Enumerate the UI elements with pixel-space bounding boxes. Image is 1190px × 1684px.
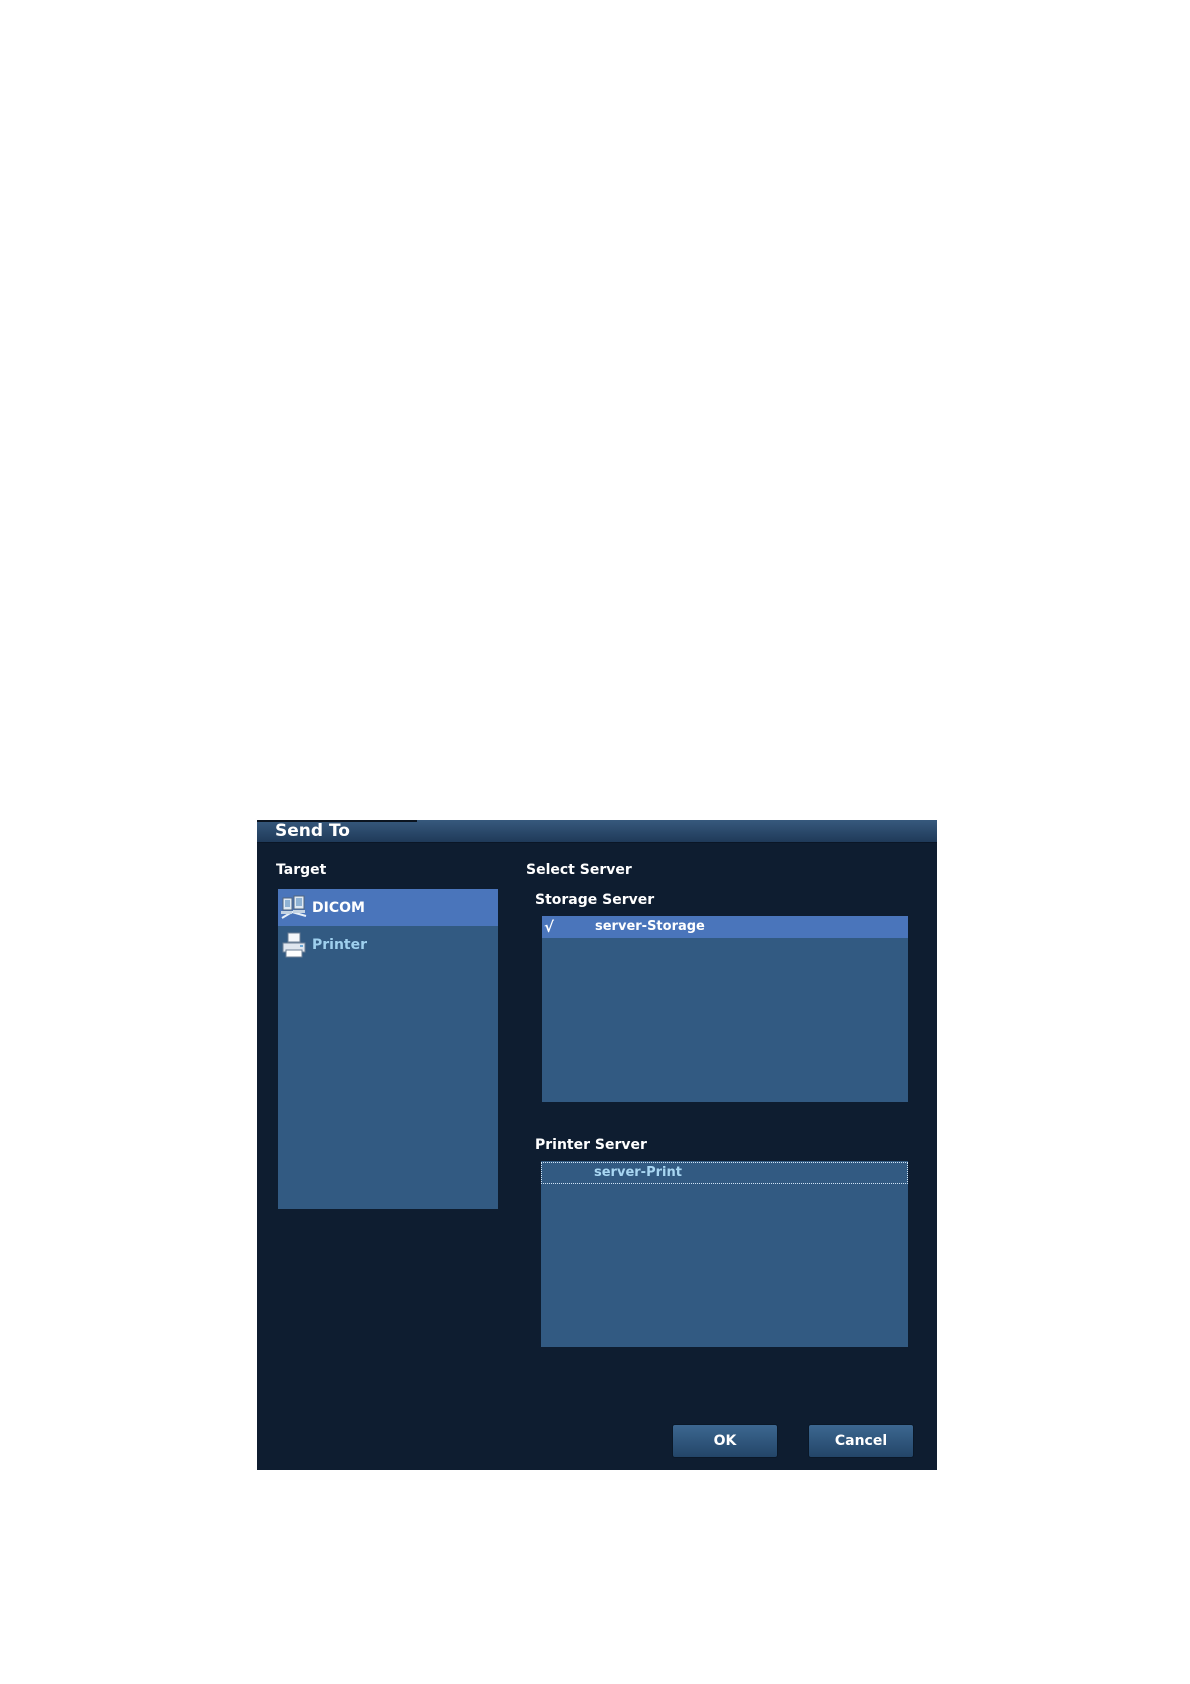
cancel-button[interactable]: Cancel <box>808 1424 914 1458</box>
dicom-network-icon <box>280 894 308 922</box>
target-item-label: DICOM <box>312 899 365 916</box>
storage-server-list[interactable]: √ server-Storage <box>542 916 908 1102</box>
target-item-label: Printer <box>312 936 368 953</box>
send-to-dialog: Send To Target DICOM Printer Select Serv… <box>257 820 937 1470</box>
server-name: server-Print <box>594 1165 682 1180</box>
select-server-label: Select Server <box>526 862 632 878</box>
server-name: server-Storage <box>595 919 705 934</box>
ok-button[interactable]: OK <box>672 1424 778 1458</box>
dialog-titlebar[interactable]: Send To <box>257 820 937 843</box>
storage-server-label: Storage Server <box>535 892 655 908</box>
printer-server-label: Printer Server <box>535 1137 647 1153</box>
printer-server-list[interactable]: server-Print <box>541 1161 908 1347</box>
target-item-dicom[interactable]: DICOM <box>278 889 498 926</box>
target-item-printer[interactable]: Printer <box>278 926 498 963</box>
target-list[interactable]: DICOM Printer <box>278 889 498 1209</box>
check-icon[interactable]: √ <box>544 917 554 937</box>
storage-server-row[interactable]: √ server-Storage <box>542 916 908 938</box>
dialog-title: Send To <box>275 821 350 841</box>
target-label: Target <box>276 862 327 878</box>
printer-icon <box>280 931 308 959</box>
printer-server-row[interactable]: server-Print <box>541 1162 908 1184</box>
